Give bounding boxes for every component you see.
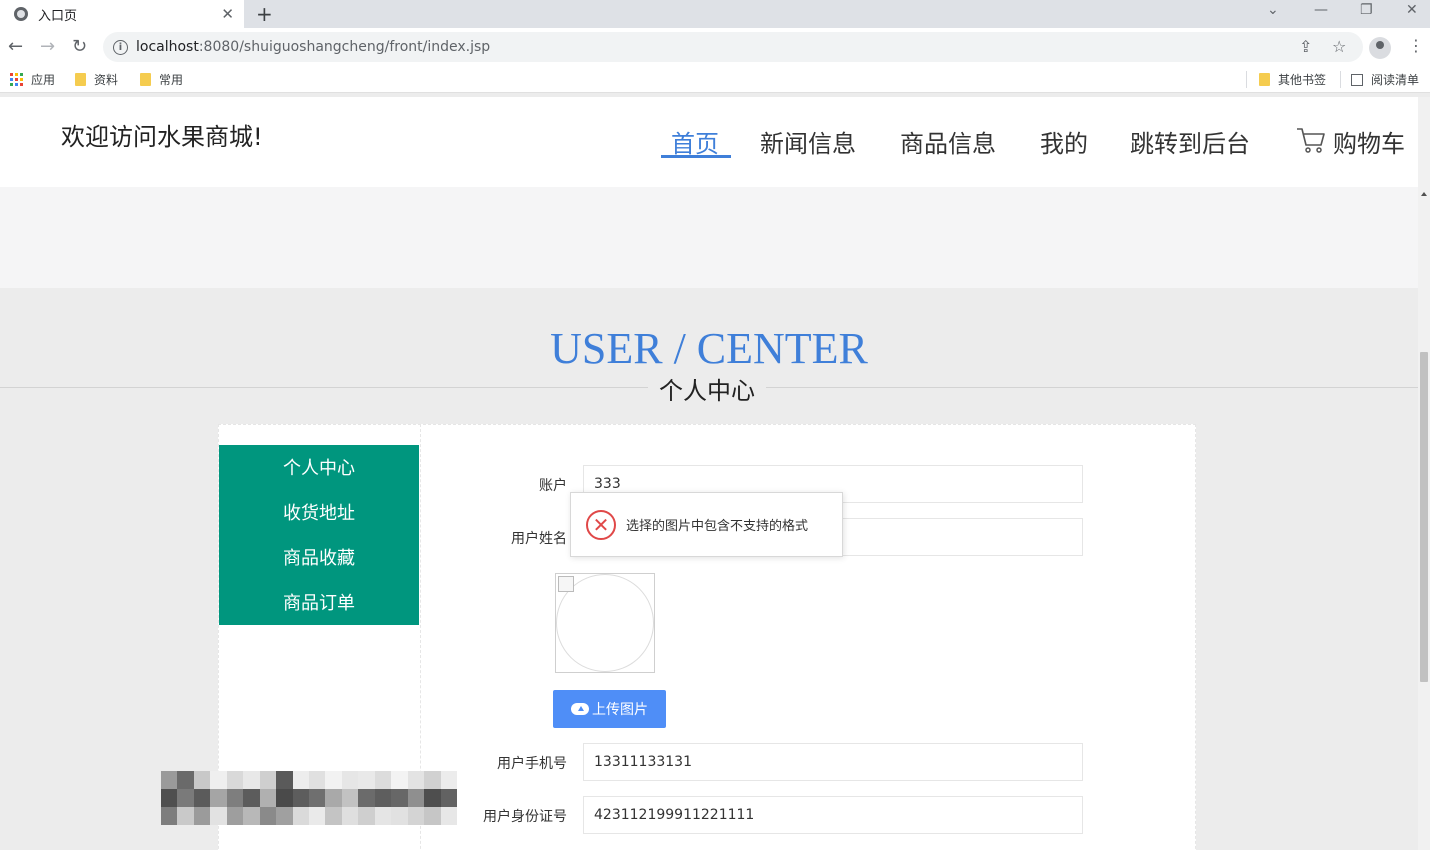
minimize-icon[interactable]: — — [1314, 2, 1328, 18]
globe-icon — [14, 7, 28, 21]
scroll-thumb[interactable] — [1420, 352, 1428, 682]
page-content: 欢迎访问水果商城! 首页 新闻信息 商品信息 我的 跳转到后台 购物车 USER… — [0, 97, 1418, 850]
page-scrollbar[interactable] — [1418, 97, 1430, 850]
bookmark-label: 常用 — [159, 73, 184, 87]
back-icon[interactable]: ← — [8, 36, 23, 57]
bookmark-label: 资料 — [94, 73, 119, 87]
address-bar: ← → ↻ i localhost :8080/shuiguoshangchen… — [0, 28, 1430, 66]
browser-tab-bar: 入口页 ✕ + ⌄ — ❐ ✕ — [0, 0, 1430, 28]
sidebar-menu: 个人中心 收货地址 商品收藏 商品订单 — [219, 445, 419, 625]
folder-icon — [75, 73, 86, 86]
toast-message: 选择的图片中包含不支持的格式 — [626, 519, 809, 534]
folder-icon — [140, 73, 151, 86]
sidebar-item-user-center[interactable]: 个人中心 — [219, 454, 419, 480]
phone-field[interactable]: 13311133131 — [583, 743, 1083, 781]
bookmark-folder-changyong[interactable]: 常用 — [140, 71, 183, 88]
id-card-field[interactable]: 423112199911221111 — [583, 796, 1083, 834]
url-path: :8080/shuiguoshangcheng/front/index.jsp — [198, 39, 491, 55]
pixelated-watermark — [161, 771, 457, 825]
profile-icon[interactable] — [1369, 37, 1391, 59]
bookmark-apps[interactable]: 应用 — [10, 71, 55, 88]
bookmark-label: 应用 — [31, 73, 56, 87]
cloud-upload-icon — [571, 703, 589, 715]
account-label: 账户 — [539, 478, 567, 494]
reading-list[interactable]: 阅读清单 — [1340, 71, 1419, 88]
phone-label: 用户手机号 — [497, 756, 567, 772]
bookmark-other[interactable]: 其他书签 — [1246, 71, 1326, 88]
nav-mine[interactable]: 我的 — [1040, 124, 1088, 159]
sidebar-item-address[interactable]: 收货地址 — [219, 499, 419, 525]
nav-admin[interactable]: 跳转到后台 — [1130, 124, 1250, 159]
nav-products[interactable]: 商品信息 — [900, 124, 996, 159]
reload-icon[interactable]: ↻ — [72, 36, 87, 57]
broken-image-icon — [558, 576, 574, 592]
error-circle-icon: ✕ — [586, 509, 616, 540]
apps-grid-icon — [10, 73, 23, 86]
bookmark-folder-ziliao[interactable]: 资料 — [75, 71, 118, 88]
url-host: localhost — [136, 39, 199, 55]
welcome-title: 欢迎访问水果商城! — [61, 123, 263, 151]
section-title-en: USER / CENTER — [550, 324, 868, 373]
url-field[interactable]: i localhost :8080/shuiguoshangcheng/fron… — [103, 32, 1363, 62]
upload-label: 上传图片 — [592, 702, 648, 718]
new-tab-button[interactable]: + — [256, 2, 273, 26]
forward-icon[interactable]: → — [40, 36, 55, 57]
avatar-preview — [555, 573, 655, 673]
nav-cart[interactable]: 购物车 — [1333, 124, 1405, 159]
folder-icon — [1259, 73, 1270, 86]
site-header: 欢迎访问水果商城! 首页 新闻信息 商品信息 我的 跳转到后台 购物车 — [0, 97, 1418, 187]
scroll-up-arrow-icon[interactable] — [1421, 192, 1427, 196]
bookmark-star-icon[interactable]: ☆ — [1332, 32, 1346, 62]
error-toast: ✕ 选择的图片中包含不支持的格式 — [570, 492, 843, 557]
close-window-icon[interactable]: ✕ — [1406, 2, 1418, 18]
reading-list-label: 阅读清单 — [1371, 73, 1420, 87]
nav-news[interactable]: 新闻信息 — [760, 124, 856, 159]
name-label: 用户姓名 — [511, 531, 567, 547]
sidebar-item-favorites[interactable]: 商品收藏 — [219, 544, 419, 570]
share-icon[interactable]: ⇪ — [1299, 32, 1312, 62]
tab-search-icon[interactable]: ⌄ — [1267, 2, 1279, 18]
close-tab-icon[interactable]: ✕ — [221, 5, 234, 23]
nav-home[interactable]: 首页 — [671, 124, 719, 159]
bookmark-label: 其他书签 — [1278, 73, 1327, 87]
restore-icon[interactable]: ❐ — [1360, 2, 1373, 18]
id-card-label: 用户身份证号 — [483, 809, 567, 825]
site-info-icon[interactable]: i — [113, 39, 128, 55]
upload-image-button[interactable]: 上传图片 — [553, 690, 666, 728]
reading-list-icon — [1351, 73, 1363, 86]
banner-area — [0, 187, 1418, 288]
browser-tab[interactable]: 入口页 ✕ — [0, 0, 244, 28]
cart-icon[interactable] — [1296, 126, 1326, 154]
bookmarks-bar: 应用 资料 常用 其他书签 阅读清单 — [0, 66, 1430, 93]
nav-active-underline — [661, 155, 731, 158]
tab-title: 入口页 — [38, 8, 78, 24]
menu-kebab-icon[interactable]: ⋮ — [1408, 36, 1424, 55]
sidebar-item-orders[interactable]: 商品订单 — [219, 589, 419, 615]
section-title-cn: 个人中心 — [648, 371, 766, 406]
